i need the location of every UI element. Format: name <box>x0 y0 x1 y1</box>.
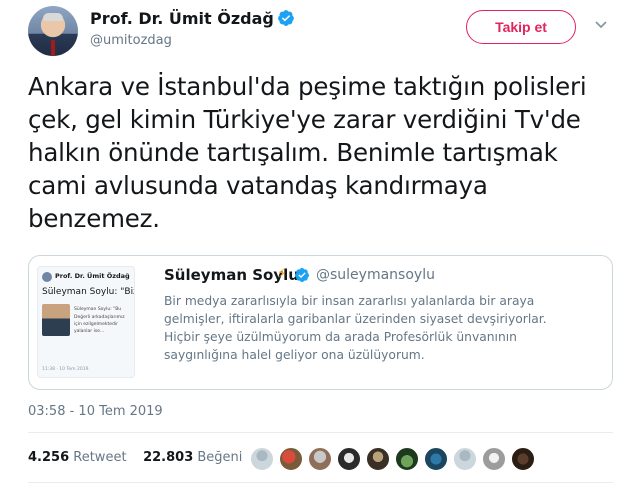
liker-avatar[interactable] <box>308 447 332 471</box>
thumbnail-headline: Süleyman Soylu: "Bizi <box>42 287 135 297</box>
liker-avatar[interactable] <box>395 447 419 471</box>
liker-avatar[interactable] <box>279 447 303 471</box>
likers-avatars <box>250 447 535 471</box>
thumbnail-photo <box>42 304 70 336</box>
liker-avatar[interactable] <box>337 447 361 471</box>
liker-avatar[interactable] <box>250 447 274 471</box>
tweet-timestamp[interactable]: 03:58 - 10 Tem 2019 <box>28 404 163 419</box>
thumbnail-author: Prof. Dr. Ümit Özdağ <box>55 272 130 280</box>
quoted-tweet-thumbnail[interactable]: Prof. Dr. Ümit Özdağ Süleyman Soylu: "Bi… <box>37 266 135 378</box>
divider <box>28 432 613 433</box>
quoted-line: saygınlığına halel geliyor ona üzülüyoru… <box>164 348 425 362</box>
quoted-line: gelmişler, iftiralarla garibanlar üzerin… <box>164 312 547 326</box>
quoted-line: Bir medya zararlısıyla bir insan zararlı… <box>164 294 535 308</box>
tweet-line: cami avlusunda vatandaş kandırmaya <box>28 171 488 200</box>
author-name[interactable]: Prof. Dr. Ümit Özdağ <box>90 9 295 28</box>
thumbnail-avatar <box>42 272 52 282</box>
tweet-line: halkın önünde tartışalım. Benimle tartış… <box>28 138 558 167</box>
thumbnail-footer: 11:38 · 10 Tem 2019 <box>42 367 89 372</box>
like-label[interactable]: Beğeni <box>197 450 242 465</box>
retweet-label[interactable]: Retweet <box>73 450 126 465</box>
like-count[interactable]: 22.803 <box>143 450 193 465</box>
thumbnail-text-line: Süleyman Soylu: "Bu <box>74 307 122 312</box>
author-avatar[interactable] <box>28 6 78 56</box>
tweet-line: benzemez. <box>28 204 160 233</box>
thumbnail-text-line: için ezilgelmektedir <box>74 322 119 327</box>
lightning-icon: ⚡ <box>277 266 287 282</box>
tweet-line: Ankara ve İstanbul'da peşime taktığın po… <box>28 72 587 101</box>
liker-avatar[interactable] <box>424 447 448 471</box>
quoted-line: Hiçbir şeye üzülmüyorum da arada Profesö… <box>164 330 517 344</box>
liker-avatar[interactable] <box>511 447 535 471</box>
liker-avatar[interactable] <box>482 447 506 471</box>
author-handle[interactable]: @umitozdag <box>90 33 172 48</box>
avatar-hair <box>43 13 63 21</box>
author-name-text: Prof. Dr. Ümit Özdağ <box>90 9 274 28</box>
tweet-text: Ankara ve İstanbul'da peşime taktığın po… <box>28 70 628 235</box>
follow-button[interactable]: Takip et <box>466 10 576 44</box>
liker-avatar[interactable] <box>366 447 390 471</box>
verified-badge-icon <box>294 268 309 282</box>
divider <box>28 482 613 483</box>
thumbnail-text-line: yalanlar ise... <box>74 329 105 334</box>
quoted-tweet-card[interactable]: Prof. Dr. Ümit Özdağ Süleyman Soylu: "Bi… <box>28 255 613 390</box>
verified-badge-icon <box>277 10 294 26</box>
tweet-line: çek, gel kimin Türkiye'ye zarar verdiğin… <box>28 105 581 134</box>
quoted-author-handle[interactable]: @suleymansoylu <box>316 267 435 283</box>
avatar-tie <box>51 40 55 56</box>
liker-avatar[interactable] <box>453 447 477 471</box>
tweet-stats: 4.256 Retweet 22.803 Beğeni <box>28 450 242 465</box>
thumbnail-text-line: Değerli arkadaşlarımız <box>74 315 125 320</box>
quoted-tweet-text: Bir medya zararlısıyla bir insan zararlı… <box>164 292 604 364</box>
chevron-down-icon[interactable] <box>594 20 608 30</box>
retweet-count[interactable]: 4.256 <box>28 450 69 465</box>
